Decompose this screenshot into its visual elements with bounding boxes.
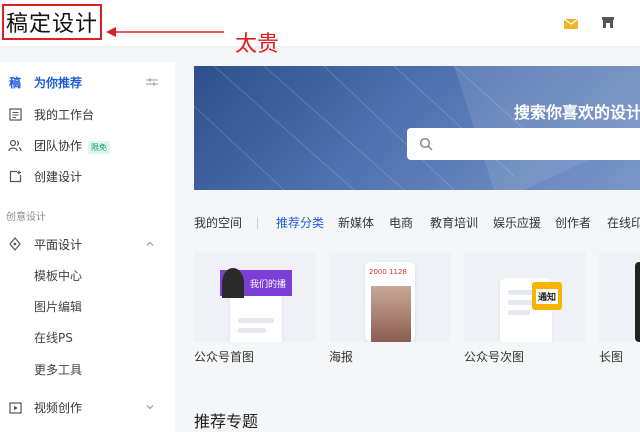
notice-graphic: 通知	[532, 282, 562, 310]
search-input[interactable]	[441, 128, 640, 160]
section-label: 创意设计	[6, 212, 46, 223]
sidebar-subitem-image-edit[interactable]: 图片编辑	[0, 291, 175, 321]
document-icon	[7, 106, 23, 122]
pen-icon	[7, 236, 23, 252]
category-tabs: 我的空间 推荐分类 新媒体 电商 教育培训 娱乐应援 创作者 在线印	[194, 214, 640, 232]
recommend-icon: 稿	[8, 75, 21, 90]
tab-creator[interactable]: 创作者	[555, 214, 591, 231]
section-title: 推荐专题	[194, 412, 259, 431]
sidebar-item-workspace[interactable]: 我的工作台	[0, 99, 175, 129]
gift-box-icon[interactable]	[562, 13, 580, 31]
poster-text: 2000 1128	[369, 268, 407, 276]
create-design-icon	[7, 168, 23, 184]
card-label: 海报	[329, 350, 354, 364]
sidebar-item-label: 为你推荐	[34, 75, 83, 90]
chevron-down-icon[interactable]	[145, 402, 155, 412]
sidebar: 稿 为你推荐 我的工作台 团队协作 限免 创建设计 创意设计 平面设计 模板中心…	[0, 62, 175, 432]
sidebar-subitem-label: 图片编辑	[34, 299, 83, 314]
card-label: 公众号次图	[464, 350, 525, 364]
team-label: 团队协作	[34, 138, 83, 153]
card-label: 公众号首图	[194, 350, 255, 364]
tab-recommended[interactable]: 推荐分类	[276, 214, 324, 231]
cover-overlay-text: 我们的播	[249, 279, 286, 290]
poster-mockup: 2000 1128	[365, 262, 415, 342]
person-avatar	[222, 268, 244, 298]
card-label: 长图	[599, 350, 624, 364]
tab-my-space[interactable]: 我的空间	[194, 214, 242, 231]
sidebar-group-label: 视频创作	[34, 400, 83, 415]
video-icon	[7, 399, 23, 415]
sidebar-subitem-online-ps[interactable]: 在线PS	[0, 322, 175, 352]
top-header: 稿定设计	[0, 0, 640, 46]
logo[interactable]: 稿定设计	[2, 4, 102, 40]
sidebar-item-label: 我的工作台	[34, 107, 95, 122]
tab-online-print[interactable]: 在线印	[607, 214, 640, 231]
banner-title: 搜索你喜欢的设计	[514, 103, 640, 122]
template-card[interactable]: 2000 1128	[329, 252, 451, 342]
sidebar-group-label: 平面设计	[34, 237, 83, 252]
long-image-mockup	[635, 262, 640, 342]
sidebar-item-team[interactable]: 团队协作 限免	[0, 130, 175, 160]
sidebar-subitem-label: 模板中心	[34, 268, 83, 283]
notice-text: 通知	[535, 288, 558, 304]
price-annotation: 太贵	[235, 32, 280, 57]
sidebar-item-label: 创建设计	[34, 169, 83, 184]
logo-text: 稿定设计	[5, 12, 98, 37]
team-icon	[7, 137, 23, 153]
sidebar-subitem-templates[interactable]: 模板中心	[0, 260, 175, 290]
poster-photo	[371, 286, 411, 342]
sidebar-item-label: 团队协作 限免	[34, 137, 111, 154]
collapse-sidebar-icon[interactable]	[146, 77, 158, 87]
sidebar-subitem-label: 在线PS	[34, 330, 73, 345]
sidebar-item-recommend[interactable]: 稿 为你推荐	[0, 67, 175, 97]
free-badge: 限免	[88, 140, 111, 154]
sidebar-group-video[interactable]: 视频创作	[0, 392, 175, 422]
template-card[interactable]: 通知	[464, 252, 586, 342]
tab-education[interactable]: 教育培训	[430, 214, 478, 231]
hero-banner: 搜索你喜欢的设计	[194, 66, 640, 190]
tab-new-media[interactable]: 新媒体	[338, 214, 374, 231]
tab-ecommerce[interactable]: 电商	[389, 214, 413, 231]
template-card[interactable]	[599, 252, 640, 342]
annotation-arrow-icon	[106, 27, 224, 37]
sidebar-group-graphic-design[interactable]: 平面设计	[0, 229, 175, 259]
tab-entertainment[interactable]: 娱乐应援	[493, 214, 541, 231]
chevron-up-icon[interactable]	[145, 239, 155, 249]
template-card[interactable]: 我们的播	[194, 252, 316, 342]
search-bar[interactable]	[407, 128, 640, 160]
sidebar-item-create[interactable]: 创建设计	[0, 161, 175, 191]
search-icon	[419, 137, 433, 151]
sidebar-subitem-label: 更多工具	[34, 362, 83, 377]
sidebar-subitem-more-tools[interactable]: 更多工具	[0, 354, 175, 384]
tab-divider	[257, 217, 258, 229]
store-icon[interactable]	[599, 13, 617, 31]
